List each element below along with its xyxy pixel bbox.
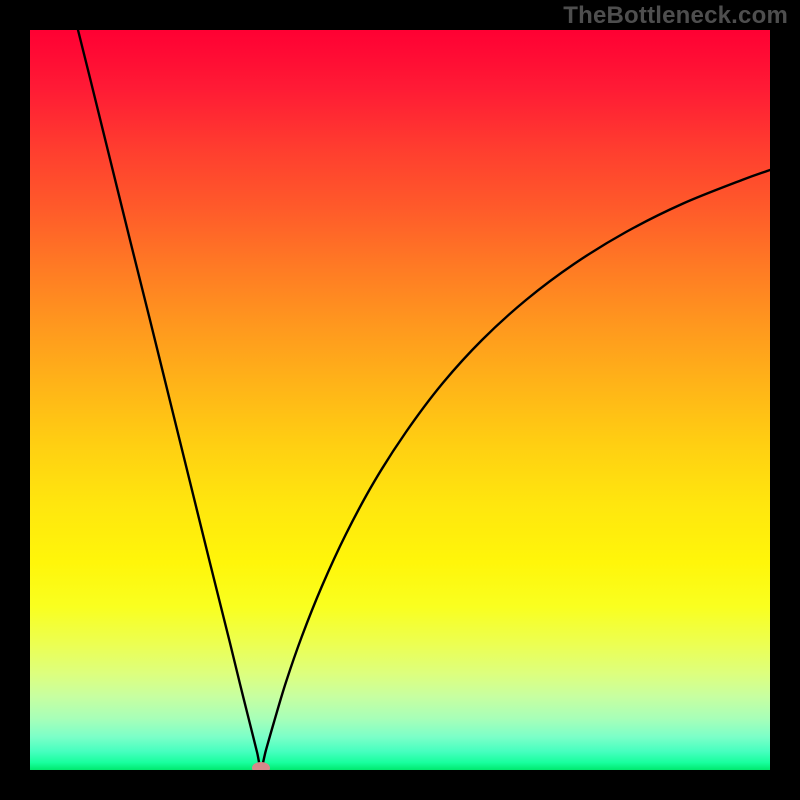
plot-area [30, 30, 770, 770]
curve-path [78, 30, 770, 768]
bottleneck-curve [30, 30, 770, 770]
minimum-dot [252, 762, 270, 770]
watermark-text: TheBottleneck.com [563, 2, 788, 30]
chart-frame: TheBottleneck.com [0, 0, 800, 800]
